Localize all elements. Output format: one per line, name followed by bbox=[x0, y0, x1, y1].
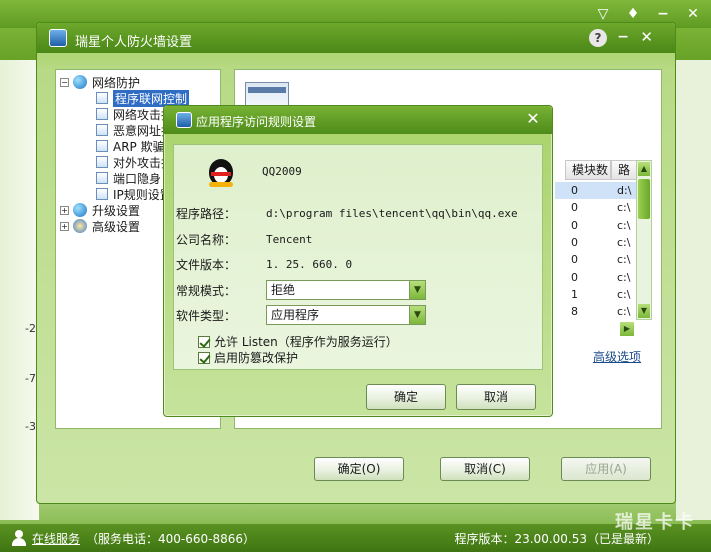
page-icon bbox=[96, 124, 108, 136]
page-icon bbox=[96, 172, 108, 184]
table-cell-modules: 0 bbox=[571, 270, 578, 284]
online-service-link[interactable]: 在线服务 bbox=[32, 530, 80, 547]
minimize-icon[interactable]: − bbox=[655, 6, 671, 22]
status-bar: 在线服务 （服务电话：400-660-8866） 程序版本：23.00.00.5… bbox=[0, 524, 711, 552]
table-cell-path: c:\ bbox=[617, 287, 631, 301]
page-icon bbox=[96, 140, 108, 152]
tree-item-network-protection[interactable]: − 网络防护 bbox=[60, 74, 140, 90]
bg-mark: -2 bbox=[25, 322, 36, 335]
allow-listen-checkbox[interactable]: 允许 Listen（程序作为服务运行） bbox=[198, 333, 398, 350]
background-left-panel: -2 -7 -3 bbox=[0, 60, 40, 520]
chevron-down-icon[interactable]: ▼ bbox=[409, 306, 425, 324]
skin-icon[interactable]: ▽ bbox=[595, 6, 611, 22]
scroll-thumb[interactable] bbox=[638, 179, 650, 219]
table-cell-path: c:\ bbox=[617, 201, 631, 215]
page-icon bbox=[96, 92, 108, 104]
settings-titlebar: 瑞星个人防火墙设置 ? − ✕ bbox=[37, 23, 675, 53]
page-icon bbox=[96, 156, 108, 168]
qq-penguin-icon bbox=[206, 153, 236, 187]
table-cell-path: c:\ bbox=[617, 218, 631, 232]
allow-listen-label: 允许 Listen（程序作为服务运行） bbox=[214, 335, 398, 349]
tamper-protect-label: 启用防篡改保护 bbox=[214, 351, 299, 365]
watermark-logo: 瑞星卡卡 bbox=[615, 512, 695, 533]
checkbox-checked-icon[interactable] bbox=[198, 351, 210, 364]
col-header-modules[interactable]: 模块数 bbox=[565, 160, 611, 180]
settings-cancel-button[interactable]: 取消(C) bbox=[440, 457, 530, 481]
close-icon[interactable]: ✕ bbox=[685, 6, 701, 22]
table-cell-path: c:\ bbox=[617, 235, 631, 249]
table-vertical-scrollbar[interactable]: ▲ ▼ bbox=[636, 160, 652, 320]
dialog-content: QQ2009 程序路径： d:\program files\tencent\qq… bbox=[173, 144, 543, 370]
tamper-protect-checkbox[interactable]: 启用防篡改保护 bbox=[198, 349, 298, 366]
table-cell-path: c:\ bbox=[617, 270, 631, 284]
scroll-up-icon[interactable]: ▲ bbox=[638, 162, 650, 176]
type-selected-value: 应用程序 bbox=[271, 308, 320, 322]
table-cell-modules: 0 bbox=[571, 201, 578, 215]
path-value: d:\program files\tencent\qq\bin\qq.exe bbox=[266, 207, 518, 220]
table-cell-modules: 0 bbox=[571, 253, 578, 267]
mode-select[interactable]: 拒绝 ▼ bbox=[266, 280, 426, 300]
upgrade-icon bbox=[73, 203, 87, 217]
service-phone: （服务电话：400-660-8866） bbox=[86, 531, 256, 546]
bg-mark: -3 bbox=[25, 420, 36, 433]
rising-logo-icon bbox=[49, 29, 67, 47]
path-label: 程序路径： bbox=[176, 207, 237, 221]
close-icon[interactable]: ✕ bbox=[640, 28, 653, 46]
software-type-select[interactable]: 应用程序 ▼ bbox=[266, 305, 426, 325]
dialog-titlebar: 应用程序访问规则设置 ✕ bbox=[164, 106, 552, 134]
dialog-title: 应用程序访问规则设置 bbox=[196, 115, 317, 129]
shirt-icon[interactable]: ♦ bbox=[625, 6, 641, 22]
rising-logo-icon bbox=[176, 112, 192, 128]
tree-item-port-stealth[interactable]: 端口隐身 bbox=[96, 170, 161, 186]
close-icon[interactable]: ✕ bbox=[524, 110, 542, 128]
app-name: QQ2009 bbox=[262, 165, 302, 178]
table-cell-modules: 0 bbox=[571, 235, 578, 249]
mode-selected-value: 拒绝 bbox=[271, 283, 296, 297]
scroll-down-icon[interactable]: ▼ bbox=[638, 304, 650, 318]
settings-ok-button[interactable]: 确定(O) bbox=[314, 457, 404, 481]
table-cell-path: d:\ bbox=[617, 184, 632, 197]
table-cell-modules: 8 bbox=[571, 305, 578, 319]
table-cell-modules: 0 bbox=[571, 184, 578, 197]
table-cell-modules: 1 bbox=[571, 287, 578, 301]
mode-label: 常规模式： bbox=[176, 284, 237, 298]
dialog-ok-button[interactable]: 确定 bbox=[366, 384, 446, 410]
bg-mark: -7 bbox=[25, 372, 36, 385]
tree-item-app-network-control[interactable]: 程序联网控制 bbox=[96, 89, 190, 107]
table-cell-path: c:\ bbox=[617, 253, 631, 267]
company-value: Tencent bbox=[266, 233, 313, 246]
page-icon bbox=[96, 108, 108, 120]
advanced-options-link[interactable]: 高级选项 bbox=[593, 348, 641, 365]
table-cell-modules: 0 bbox=[571, 218, 578, 232]
settings-apply-button[interactable]: 应用(A) bbox=[561, 457, 651, 481]
version-label: 文件版本： bbox=[176, 258, 237, 272]
chevron-down-icon[interactable]: ▼ bbox=[409, 281, 425, 299]
background-right-panel bbox=[676, 60, 711, 520]
type-label: 软件类型： bbox=[176, 309, 237, 323]
help-icon[interactable]: ? bbox=[589, 29, 607, 47]
tree-item-upgrade[interactable]: + 升级设置 bbox=[60, 202, 140, 218]
settings-title: 瑞星个人防火墙设置 bbox=[75, 35, 193, 50]
version-value: 1. 25. 660. 0 bbox=[266, 258, 353, 271]
table-cell-path: c:\ bbox=[617, 305, 631, 319]
col-header-path[interactable]: 路径 bbox=[611, 160, 637, 180]
page-icon bbox=[96, 188, 108, 200]
company-label: 公司名称： bbox=[176, 233, 237, 247]
tree-item-ip-rules[interactable]: IP规则设置 bbox=[96, 186, 172, 202]
expand-icon[interactable]: + bbox=[60, 221, 69, 231]
expand-icon[interactable]: + bbox=[60, 205, 69, 215]
app-access-rule-dialog: 应用程序访问规则设置 ✕ QQ2009 程序路径： d:\program fil… bbox=[163, 105, 553, 417]
main-window-controls: ▽ ♦ − ✕ bbox=[595, 6, 701, 22]
scroll-right-icon[interactable]: ▶ bbox=[620, 322, 634, 336]
gear-icon bbox=[73, 219, 87, 233]
dialog-cancel-button[interactable]: 取消 bbox=[456, 384, 536, 410]
globe-icon bbox=[73, 75, 87, 89]
user-icon bbox=[12, 530, 26, 546]
minimize-icon[interactable]: − bbox=[617, 29, 629, 45]
collapse-icon[interactable]: − bbox=[60, 77, 69, 87]
tree-item-advanced[interactable]: + 高级设置 bbox=[60, 218, 140, 234]
checkbox-checked-icon[interactable] bbox=[198, 335, 210, 348]
